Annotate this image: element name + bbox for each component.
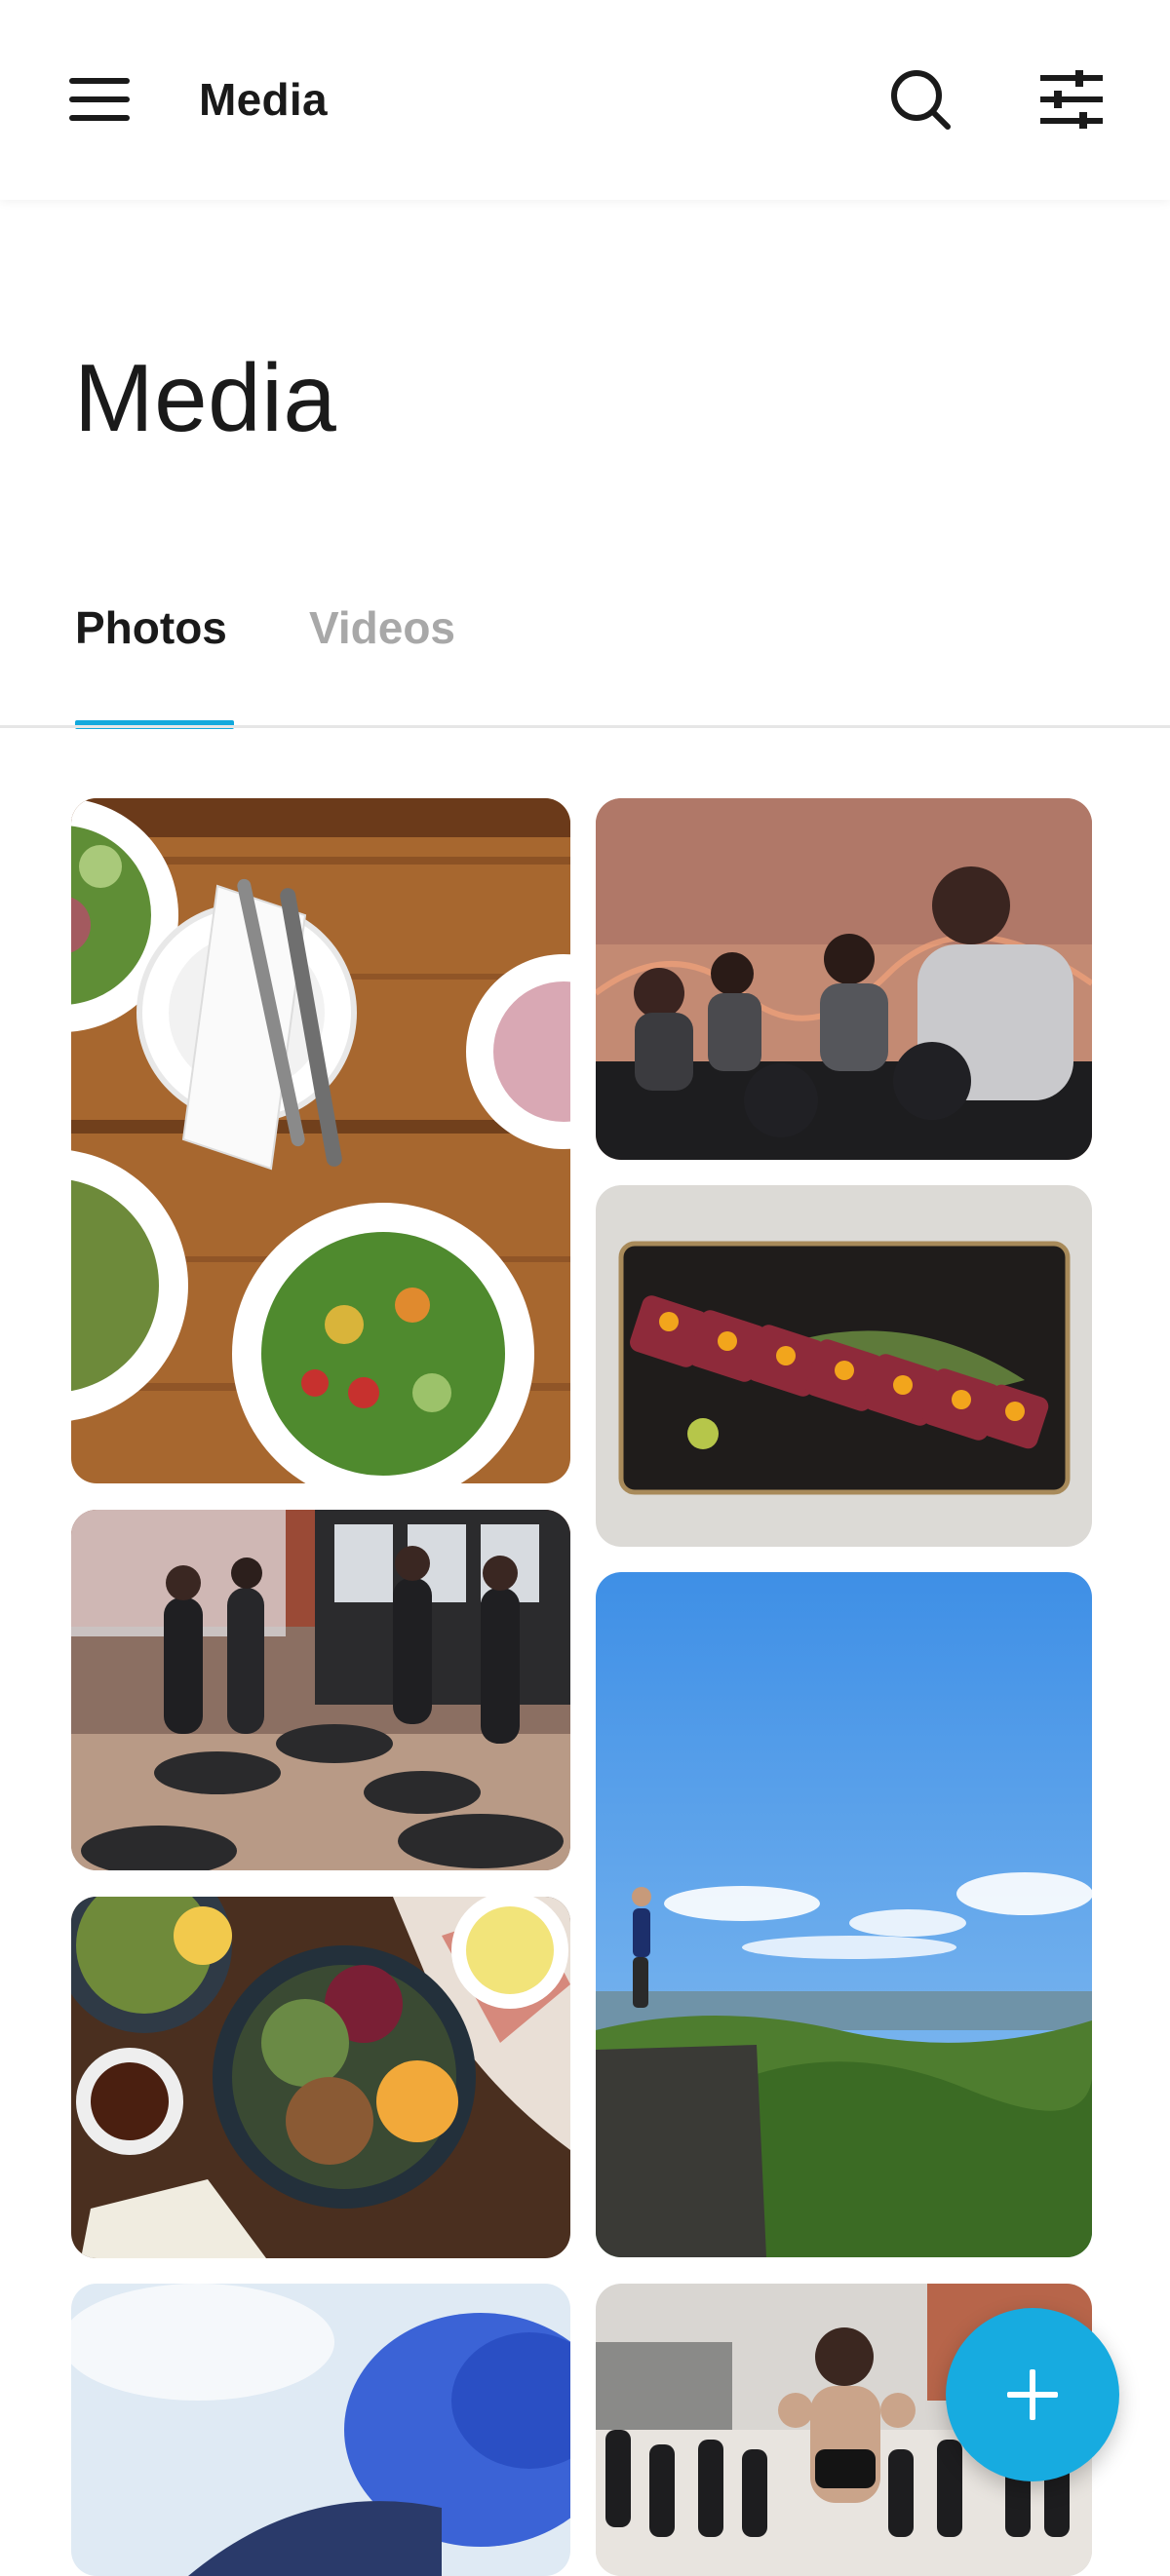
- photo-cliff-view: [596, 1572, 1092, 2257]
- photo-tile[interactable]: [71, 1897, 570, 2258]
- photo-rebounder-class: [71, 1510, 570, 1870]
- menu-button[interactable]: [60, 60, 138, 138]
- search-icon: [891, 70, 951, 130]
- add-media-button[interactable]: [946, 2308, 1119, 2481]
- top-app-bar: Media: [0, 0, 1170, 200]
- photo-tile[interactable]: [596, 798, 1092, 1160]
- media-tabs: Photos Videos: [0, 575, 1170, 729]
- search-button[interactable]: [878, 60, 963, 138]
- photo-food-flatlay: [71, 1897, 570, 2258]
- page-title: Media: [74, 344, 337, 451]
- photo-cycling-class: [596, 798, 1092, 1160]
- plus-icon: [1007, 2369, 1058, 2420]
- photo-tuna-plate: [596, 1185, 1092, 1547]
- tab-videos[interactable]: Videos: [309, 598, 455, 657]
- photo-tile[interactable]: [71, 798, 570, 1483]
- tab-photos[interactable]: Photos: [75, 598, 227, 657]
- app-bar-title: Media: [199, 74, 328, 125]
- photo-tile[interactable]: [596, 1185, 1092, 1547]
- photo-blue-sky-person: [71, 2284, 570, 2576]
- photo-salad-bowls: [71, 798, 570, 1483]
- sliders-filter-icon: [1040, 70, 1103, 129]
- photo-tile[interactable]: [71, 1510, 570, 1870]
- filter-button[interactable]: [1029, 60, 1114, 138]
- photo-tile[interactable]: [71, 2284, 570, 2576]
- hamburger-menu-icon: [69, 78, 130, 121]
- photo-tile[interactable]: [596, 1572, 1092, 2257]
- tabs-divider: [0, 725, 1170, 728]
